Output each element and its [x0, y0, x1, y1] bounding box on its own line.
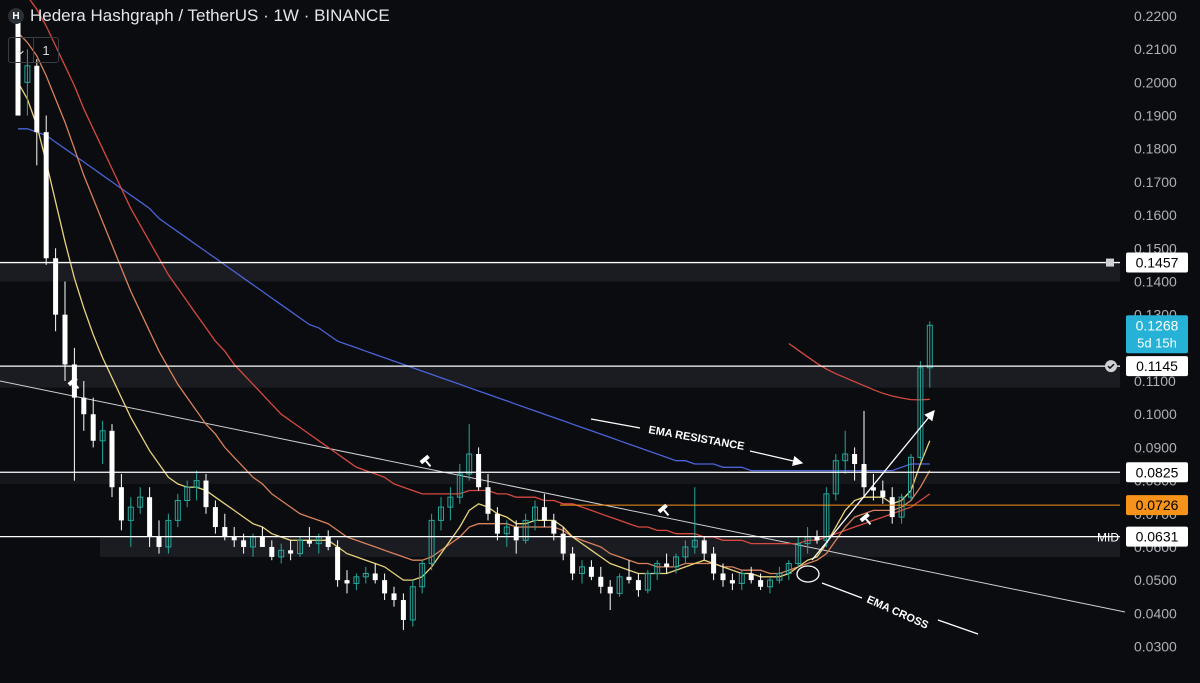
- candle-body-down: [81, 397, 87, 415]
- resistance-zone: [0, 366, 1120, 388]
- candle-body-down: [485, 487, 491, 514]
- candle-body-down: [325, 536, 331, 547]
- resistance-zone: [0, 262, 1120, 282]
- candle-body-down: [259, 536, 265, 547]
- collapse-chevron-icon[interactable]: ⌄: [9, 38, 33, 62]
- candle-body-down: [400, 600, 406, 620]
- candle-body-down: [729, 580, 735, 584]
- candle-body-down: [53, 258, 59, 315]
- y-tick-label: 0.1800: [1134, 141, 1177, 157]
- annotation-arrow: [749, 450, 804, 467]
- indicator-count[interactable]: 1: [33, 38, 58, 62]
- indicator-controls: ⌄ 1: [8, 37, 59, 63]
- candle-body-down: [711, 553, 717, 574]
- candle-body-down: [241, 540, 247, 547]
- y-tick-label: 0.1900: [1134, 108, 1177, 124]
- checkmark-icon: [1105, 360, 1117, 373]
- ema-cross-annotation: EMA CROSS: [865, 594, 930, 632]
- trend-line: [0, 380, 1126, 613]
- candle-body-down: [861, 463, 867, 488]
- candle-body-down: [306, 540, 312, 544]
- y-tick-label: 0.2200: [1134, 8, 1177, 24]
- candle-body-down: [551, 520, 557, 534]
- candle-body-down: [588, 566, 594, 577]
- annotation-line: [937, 619, 979, 635]
- price-chart[interactable]: 0.03000.04000.05000.06000.07000.08000.09…: [0, 0, 1200, 683]
- candle-body-down: [109, 430, 115, 488]
- candle-body-down: [758, 580, 764, 587]
- candle-body-down: [626, 576, 632, 581]
- annotation-line: [590, 418, 641, 429]
- y-tick-label: 0.0900: [1134, 439, 1177, 455]
- price-label-text: 0.0631: [1136, 529, 1179, 545]
- candle-body-down: [147, 497, 153, 537]
- candle-body-down: [541, 507, 547, 521]
- square-marker-icon: [1106, 258, 1114, 267]
- candle-body-down: [269, 546, 275, 557]
- chart-header: H Hedera Hashgraph / TetherUS · 1W · BIN…: [8, 6, 390, 26]
- hedera-logo-icon: H: [8, 8, 24, 24]
- y-tick-label: 0.0500: [1134, 572, 1177, 588]
- candle-body-down: [476, 454, 482, 488]
- ema-resistance-annotation: EMA RESISTANCE: [647, 424, 745, 453]
- candle-body-down: [118, 487, 124, 521]
- candle-body-down: [222, 527, 228, 537]
- countdown-text: 5d 15h: [1137, 335, 1177, 350]
- support-zone: [0, 472, 1120, 484]
- candle-body-down: [288, 550, 294, 554]
- candle-body-down: [889, 497, 895, 518]
- y-tick-label: 0.0300: [1134, 639, 1177, 655]
- candle-body-down: [335, 546, 341, 581]
- price-label-text: 0.0825: [1136, 464, 1179, 480]
- annotation-arrow: [821, 582, 863, 599]
- current-price-text: 0.1268: [1136, 317, 1179, 333]
- ema-orange-line: [17, 32, 931, 575]
- candle-body-down: [720, 573, 726, 581]
- y-tick-label: 0.1700: [1134, 174, 1177, 190]
- candle-body-down: [570, 553, 576, 574]
- candle-body-down: [231, 536, 237, 541]
- candle-body-down: [212, 507, 218, 528]
- candle-body-down: [382, 580, 388, 594]
- candle-body-down: [814, 536, 820, 541]
- candle-body-down: [598, 576, 604, 587]
- candle-body-down: [372, 573, 378, 581]
- y-tick-label: 0.1400: [1134, 273, 1177, 289]
- price-label-text: 0.1145: [1136, 358, 1178, 374]
- orange-price-label-text: 0.0726: [1136, 497, 1179, 513]
- candle-body-down: [852, 454, 858, 464]
- y-tick-label: 0.2000: [1134, 74, 1177, 90]
- ema-cross-circle: [796, 565, 820, 583]
- mid-tag: MID: [1097, 531, 1119, 545]
- candle-body-down: [607, 586, 613, 594]
- candle-body-down: [701, 540, 707, 554]
- candle-body-down: [664, 563, 670, 567]
- candle-body-down: [90, 414, 96, 441]
- candle-body-down: [880, 490, 886, 498]
- candle-body-down: [43, 132, 49, 259]
- y-tick-label: 0.1000: [1134, 406, 1177, 422]
- candle-body-down: [635, 580, 641, 591]
- candle-body-down: [34, 65, 40, 133]
- candle-body-down: [344, 580, 350, 584]
- candle-body-down: [748, 573, 754, 581]
- y-tick-label: 0.2100: [1134, 41, 1177, 57]
- candle-body-down: [513, 527, 519, 541]
- candle-body-down: [391, 593, 397, 601]
- symbol-title[interactable]: Hedera Hashgraph / TetherUS · 1W · BINAN…: [30, 6, 390, 26]
- candle-body-down: [156, 536, 162, 547]
- candle-body-down: [62, 314, 68, 365]
- y-tick-label: 0.1600: [1134, 207, 1177, 223]
- ema-blue-line: [18, 128, 930, 472]
- candle-body-down: [494, 513, 500, 534]
- candle-body-down: [203, 480, 209, 508]
- price-label-text: 0.1457: [1136, 255, 1179, 271]
- y-tick-label: 0.0400: [1134, 605, 1177, 621]
